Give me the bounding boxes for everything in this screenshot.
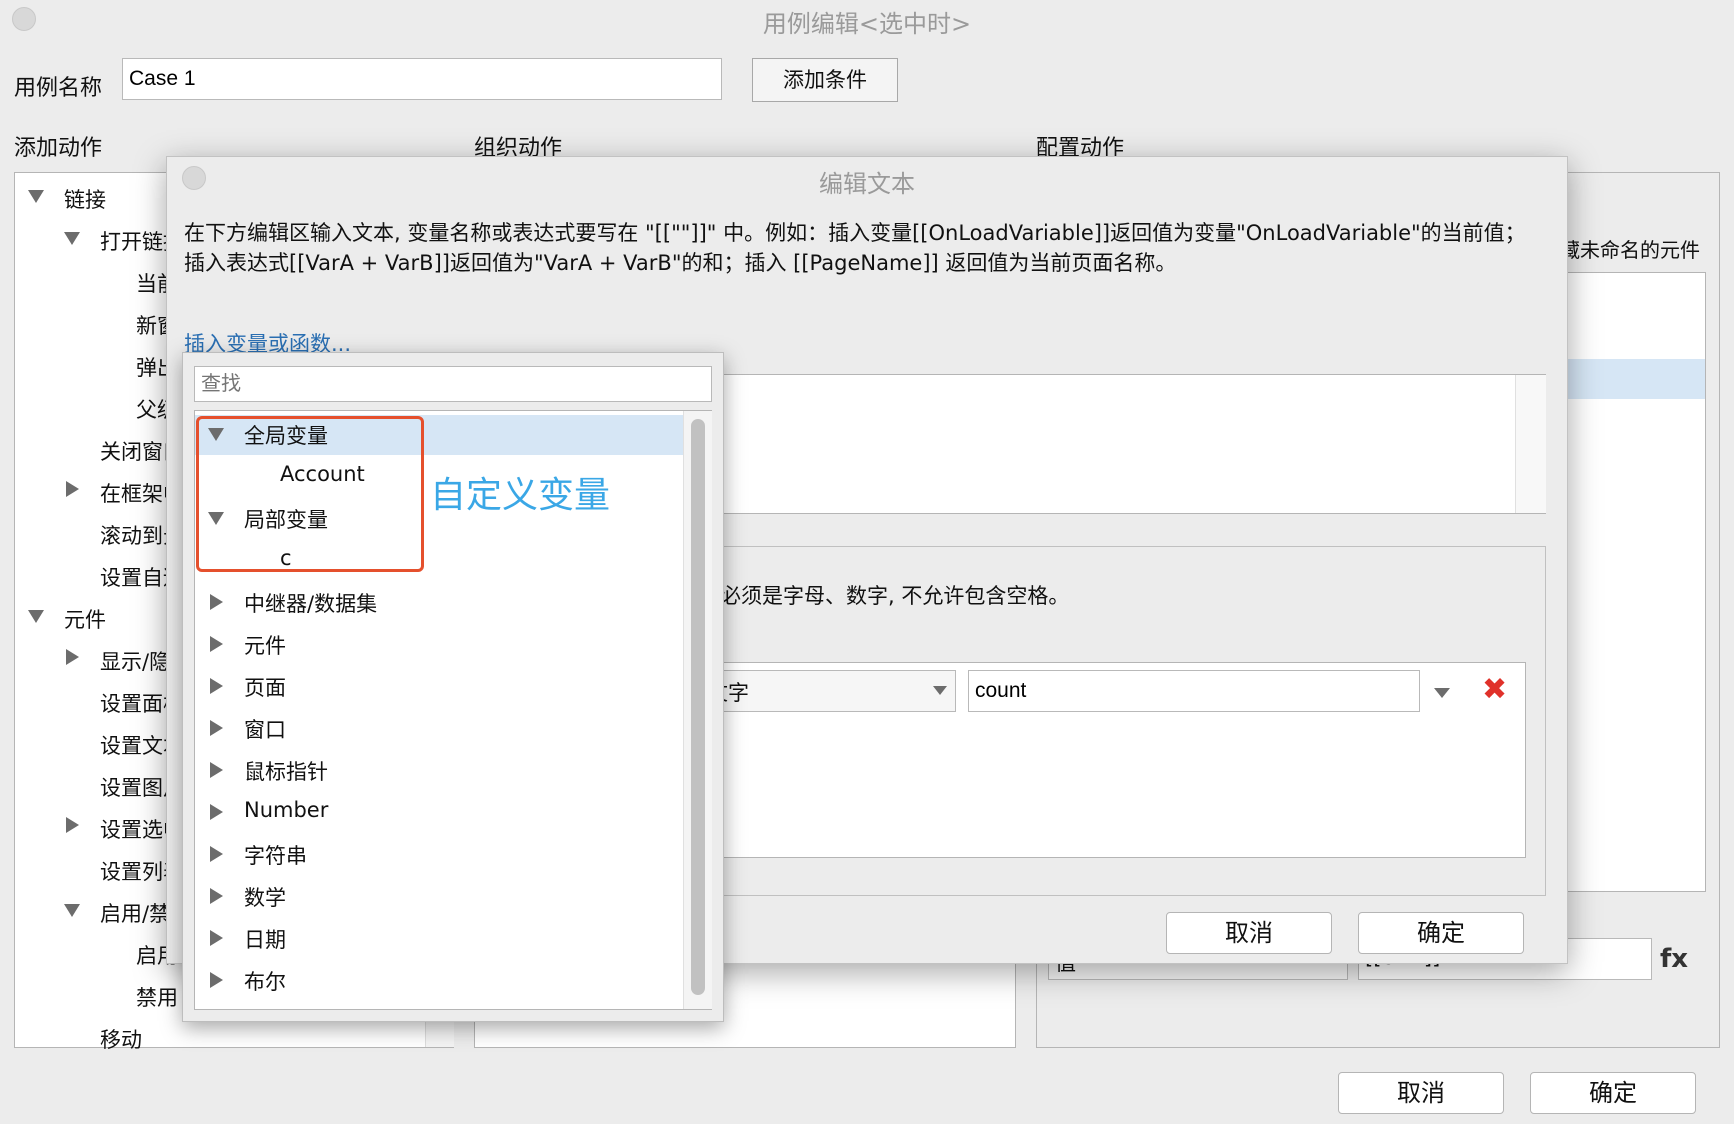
tree-collapse-icon[interactable] — [210, 930, 223, 946]
tree-collapse-icon[interactable] — [210, 636, 223, 652]
tree-item-links[interactable]: 链接 — [64, 184, 106, 214]
popup-scroll-thumb[interactable] — [691, 419, 705, 995]
delete-icon[interactable]: ✖ — [1482, 672, 1507, 707]
popup-scroll-track[interactable] — [683, 411, 712, 1009]
tree-collapse-icon[interactable] — [210, 762, 223, 778]
main-cancel-button[interactable]: 取消 — [1338, 1072, 1504, 1114]
tree-expand-icon[interactable] — [28, 190, 44, 203]
tree-item-show-hide[interactable]: 显示/隐 — [100, 646, 170, 676]
tree-collapse-icon[interactable] — [66, 481, 79, 497]
annotation-box — [196, 416, 424, 572]
popup-item-date[interactable]: 日期 — [244, 924, 286, 954]
dialog-description: 在下方编辑区输入文本, 变量名称或表达式要写在 "[[""]]" 中。例如：插入… — [184, 221, 1526, 275]
tree-item-widgets[interactable]: 元件 — [64, 604, 106, 634]
tree-collapse-icon[interactable] — [210, 888, 223, 904]
popup-item-number[interactable]: Number — [244, 798, 328, 822]
add-condition-button[interactable]: 添加条件 — [752, 58, 898, 102]
popup-search-input[interactable] — [194, 366, 712, 402]
dialog-cancel-button[interactable]: 取消 — [1166, 912, 1332, 954]
chevron-down-icon[interactable] — [1434, 688, 1450, 698]
fx-icon[interactable]: fx — [1660, 944, 1688, 974]
section-add-action: 添加动作 — [14, 136, 103, 161]
chevron-down-icon — [933, 686, 947, 695]
popup-item-math[interactable]: 数学 — [244, 882, 286, 912]
case-name-label: 用例名称 — [14, 76, 103, 101]
tree-collapse-icon[interactable] — [210, 720, 223, 736]
popup-item-widget[interactable]: 元件 — [244, 630, 286, 660]
popup-item-cursor[interactable]: 鼠标指针 — [244, 756, 328, 786]
case-name-input[interactable] — [122, 58, 722, 100]
hidden-unnamed-label: 藏未命名的元件 — [1560, 238, 1700, 262]
dialog-ok-button[interactable]: 确定 — [1358, 912, 1524, 954]
tree-item-disable[interactable]: 禁用 — [136, 982, 178, 1012]
tree-collapse-icon[interactable] — [210, 972, 223, 988]
tree-collapse-icon[interactable] — [210, 678, 223, 694]
tree-expand-icon[interactable] — [64, 904, 80, 917]
var-name-input[interactable] — [968, 670, 1420, 712]
popup-item-repeater[interactable]: 中继器/数据集 — [244, 588, 377, 618]
dialog-title: 编辑文本 — [819, 170, 915, 198]
popup-item-window[interactable]: 窗口 — [244, 714, 286, 744]
tree-collapse-icon[interactable] — [210, 594, 223, 610]
tree-collapse-icon[interactable] — [66, 817, 79, 833]
window-title: 用例编辑<选中时> — [762, 10, 972, 38]
editor-scrollbar[interactable] — [1515, 375, 1546, 513]
tree-item-move[interactable]: 移动 — [100, 1024, 142, 1054]
popup-item-page[interactable]: 页面 — [244, 672, 286, 702]
local-var-note: 必须是字母、数字, 不允许包含空格。 — [720, 584, 1070, 608]
tree-collapse-icon[interactable] — [210, 846, 223, 862]
tree-expand-icon[interactable] — [28, 610, 44, 623]
tree-collapse-icon[interactable] — [66, 649, 79, 665]
tree-expand-icon[interactable] — [64, 232, 80, 245]
main-ok-button[interactable]: 确定 — [1530, 1072, 1696, 1114]
tree-collapse-icon[interactable] — [210, 804, 223, 820]
tree-item-enable-disable[interactable]: 启用/禁 — [100, 898, 170, 928]
annotation-label: 自定义变量 — [430, 475, 611, 516]
popup-item-string[interactable]: 字符串 — [244, 840, 307, 870]
popup-item-bool[interactable]: 布尔 — [244, 966, 286, 996]
var-type-select[interactable]: 文字 — [700, 670, 956, 712]
